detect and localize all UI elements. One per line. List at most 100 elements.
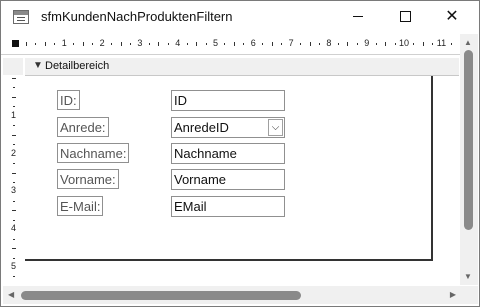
ruler-label: 3	[137, 38, 143, 48]
size-grip[interactable]	[460, 286, 478, 304]
ruler-tick	[347, 42, 349, 46]
label-nachname[interactable]: Nachname:	[57, 143, 130, 163]
minimize-icon	[353, 16, 363, 17]
vertical-ruler[interactable]: 1 2 3 4 5	[3, 75, 23, 285]
scroll-right-icon[interactable]: ▶	[450, 290, 456, 299]
combobox-anrede[interactable]: AnredeID ⌵	[171, 117, 285, 138]
ruler-tick	[13, 181, 15, 183]
label-vorname[interactable]: Vorname:	[57, 169, 119, 189]
ruler-tick	[35, 43, 37, 45]
ruler-label: 4	[11, 223, 17, 234]
ruler-tick	[186, 43, 188, 45]
ruler-label: 6	[250, 38, 256, 48]
vertical-scrollbar[interactable]: ▲ ▼	[460, 34, 478, 285]
ruler-tick	[44, 42, 46, 46]
ruler-tick	[12, 78, 16, 79]
ruler-tick	[13, 144, 15, 146]
combobox-value: AnredeID	[174, 120, 229, 135]
horizontal-scroll-thumb[interactable]	[21, 291, 301, 300]
ruler-tick	[309, 42, 311, 46]
ruler-label: 5	[213, 38, 219, 48]
ruler-tick	[82, 42, 84, 46]
ruler-tick	[13, 106, 15, 108]
ruler-label: 9	[364, 38, 370, 48]
ruler-label: 2	[99, 38, 105, 48]
section-selector[interactable]	[3, 58, 23, 75]
ruler-tick	[422, 42, 424, 46]
ruler-tick	[92, 43, 94, 45]
ruler-label: 10	[399, 38, 410, 48]
ruler-tick	[54, 43, 56, 45]
ruler-tick	[120, 42, 122, 46]
vertical-scroll-thumb[interactable]	[464, 50, 473, 230]
ruler-tick	[394, 43, 396, 45]
ruler-tick	[262, 43, 264, 45]
horizontal-scrollbar[interactable]: ◀ ▶	[3, 286, 460, 304]
label-email[interactable]: E-Mail:	[57, 196, 104, 216]
ruler-tick	[148, 43, 150, 45]
ruler-tick	[233, 42, 235, 46]
detail-section-canvas[interactable]: ID: ID Anrede: AnredeID ⌵ Nachname: Nach…	[25, 76, 433, 261]
textbox-nachname[interactable]: Nachname	[171, 143, 285, 164]
ruler-tick	[111, 43, 113, 45]
ruler-tick	[243, 43, 245, 45]
scroll-up-icon[interactable]: ▲	[464, 38, 472, 47]
form-design-icon	[13, 10, 29, 24]
textbox-id[interactable]: ID	[171, 90, 285, 111]
ruler-label: 7	[288, 38, 294, 48]
ruler-tick	[13, 87, 15, 89]
ruler-tick	[13, 257, 15, 259]
title-bar[interactable]: sfmKundenNachProduktenFiltern ✕	[1, 1, 479, 32]
ruler-tick	[129, 43, 131, 45]
scroll-down-icon[interactable]: ▼	[464, 272, 472, 281]
close-button[interactable]: ✕	[429, 1, 475, 32]
ruler-tick	[13, 163, 15, 165]
section-label: Detailbereich	[45, 60, 110, 72]
detail-section-header[interactable]: ▼ Detailbereich	[25, 58, 459, 76]
ruler-tick	[375, 43, 377, 45]
ruler-tick	[13, 125, 15, 127]
ruler-tick	[300, 43, 302, 45]
chevron-down-icon[interactable]: ⌵	[268, 119, 283, 136]
textbox-email[interactable]: EMail	[171, 196, 285, 217]
ruler-tick	[12, 210, 16, 212]
window-title: sfmKundenNachProduktenFiltern	[41, 9, 233, 24]
ruler-label: 4	[175, 38, 181, 48]
ruler-tick	[356, 43, 358, 45]
ruler-tick	[337, 43, 339, 45]
ruler-tick	[271, 42, 273, 46]
textbox-vorname[interactable]: Vorname	[171, 169, 285, 190]
maximize-button[interactable]	[382, 1, 428, 32]
ruler-tick	[158, 42, 160, 46]
minimize-button[interactable]	[335, 1, 381, 32]
ruler-label: 2	[11, 147, 17, 158]
ruler-tick	[196, 42, 198, 46]
maximize-icon	[399, 11, 411, 22]
horizontal-ruler[interactable]: 1 2 3 4 5 6 7 8 9 10 11	[1, 34, 461, 55]
close-icon: ✕	[445, 7, 459, 25]
scroll-left-icon[interactable]: ◀	[8, 290, 14, 299]
ruler-tick	[12, 172, 16, 174]
ruler-tick	[12, 134, 16, 136]
label-anrede[interactable]: Anrede:	[57, 117, 109, 137]
ruler-label: 1	[11, 109, 17, 120]
ruler-tick	[224, 43, 226, 45]
form-selector-icon[interactable]	[12, 40, 19, 47]
ruler-tick	[205, 43, 207, 45]
ruler-tick	[318, 43, 320, 45]
ruler-label: 11	[436, 38, 447, 48]
ruler-label: 8	[326, 38, 332, 48]
ruler-tick	[12, 248, 16, 250]
ruler-tick	[281, 43, 283, 45]
ruler-tick	[26, 42, 27, 46]
ruler-tick	[13, 200, 15, 202]
ruler-tick	[167, 43, 169, 45]
ruler-tick	[432, 43, 434, 45]
ruler-tick	[12, 96, 16, 98]
ruler-label: 1	[61, 38, 67, 48]
caret-down-icon: ▼	[33, 60, 43, 71]
ruler-tick	[13, 276, 15, 278]
ruler-tick	[413, 43, 415, 45]
label-id[interactable]: ID:	[57, 90, 80, 110]
ruler-tick	[73, 43, 75, 45]
